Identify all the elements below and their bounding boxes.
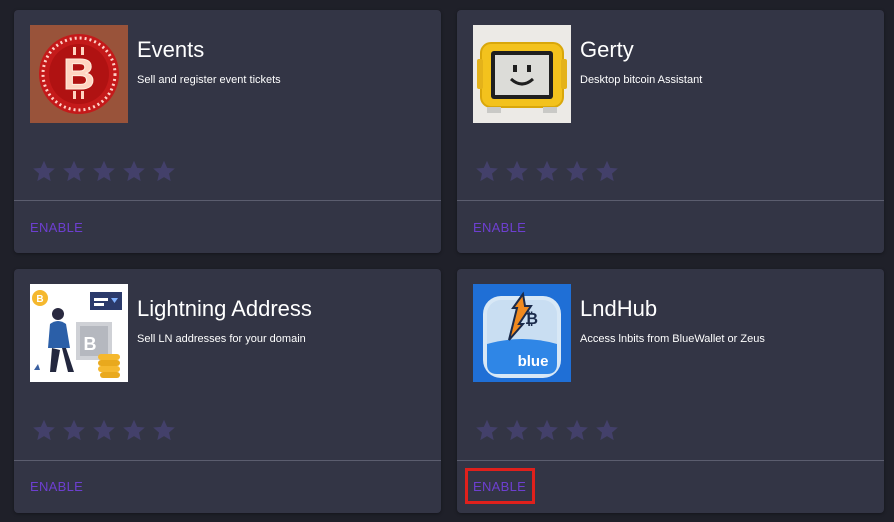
star-icon[interactable] bbox=[504, 158, 530, 184]
extension-description: Desktop bitcoin Assistant bbox=[580, 74, 703, 86]
thumb-brand-text: blue bbox=[518, 353, 549, 370]
star-icon[interactable] bbox=[91, 417, 117, 443]
enable-button[interactable]: ENABLE bbox=[473, 221, 526, 235]
star-icon[interactable] bbox=[564, 158, 590, 184]
extension-card-lightning-address: B B Lightning Address Sell LN addresses … bbox=[14, 269, 441, 513]
smiley-device-icon bbox=[473, 25, 571, 123]
enable-button[interactable]: ENABLE bbox=[473, 480, 526, 494]
extensions-grid: B Events Sell and register event tickets… bbox=[0, 0, 894, 522]
star-icon[interactable] bbox=[31, 158, 57, 184]
extension-card-lndhub: ₿ blue LndHub Access lnbits from BlueWal… bbox=[457, 269, 884, 513]
svg-text:₿: ₿ bbox=[525, 310, 538, 328]
star-icon[interactable] bbox=[594, 417, 620, 443]
star-icon[interactable] bbox=[121, 417, 147, 443]
star-icon[interactable] bbox=[31, 417, 57, 443]
card-divider bbox=[14, 460, 441, 461]
svg-text:B: B bbox=[36, 294, 43, 305]
svg-text:B: B bbox=[84, 334, 97, 354]
card-divider bbox=[457, 200, 884, 201]
card-divider bbox=[14, 200, 441, 201]
star-icon[interactable] bbox=[594, 158, 620, 184]
star-icon[interactable] bbox=[504, 417, 530, 443]
star-icon[interactable] bbox=[151, 417, 177, 443]
extension-description: Sell and register event tickets bbox=[137, 74, 281, 86]
rating-stars[interactable] bbox=[474, 417, 620, 443]
star-icon[interactable] bbox=[564, 417, 590, 443]
star-icon[interactable] bbox=[534, 158, 560, 184]
rating-stars[interactable] bbox=[474, 158, 620, 184]
extension-card-events: B Events Sell and register event tickets… bbox=[14, 10, 441, 253]
extension-title: Lightning Address bbox=[137, 296, 312, 321]
extension-title: Events bbox=[137, 37, 205, 62]
extension-title: LndHub bbox=[580, 296, 658, 321]
star-icon[interactable] bbox=[474, 417, 500, 443]
person-with-bitcoin-icon: B B bbox=[30, 284, 128, 382]
enable-button[interactable]: ENABLE bbox=[30, 221, 83, 235]
bluewallet-bitcoin-icon: ₿ blue bbox=[473, 284, 571, 382]
star-icon[interactable] bbox=[151, 158, 177, 184]
rating-stars[interactable] bbox=[31, 417, 177, 443]
extension-description: Access lnbits from BlueWallet or Zeus bbox=[580, 333, 765, 345]
extension-card-gerty: Gerty Desktop bitcoin Assistant ENABLE bbox=[457, 10, 884, 253]
svg-text:B: B bbox=[63, 50, 95, 99]
star-icon[interactable] bbox=[61, 158, 87, 184]
star-icon[interactable] bbox=[61, 417, 87, 443]
card-divider bbox=[457, 460, 884, 461]
star-icon[interactable] bbox=[91, 158, 117, 184]
extension-description: Sell LN addresses for your domain bbox=[137, 333, 306, 345]
star-icon[interactable] bbox=[474, 158, 500, 184]
star-icon[interactable] bbox=[534, 417, 560, 443]
rating-stars[interactable] bbox=[31, 158, 177, 184]
bitcoin-neon-sign-icon: B bbox=[30, 25, 128, 123]
extension-title: Gerty bbox=[580, 37, 634, 62]
enable-button[interactable]: ENABLE bbox=[30, 480, 83, 494]
star-icon[interactable] bbox=[121, 158, 147, 184]
